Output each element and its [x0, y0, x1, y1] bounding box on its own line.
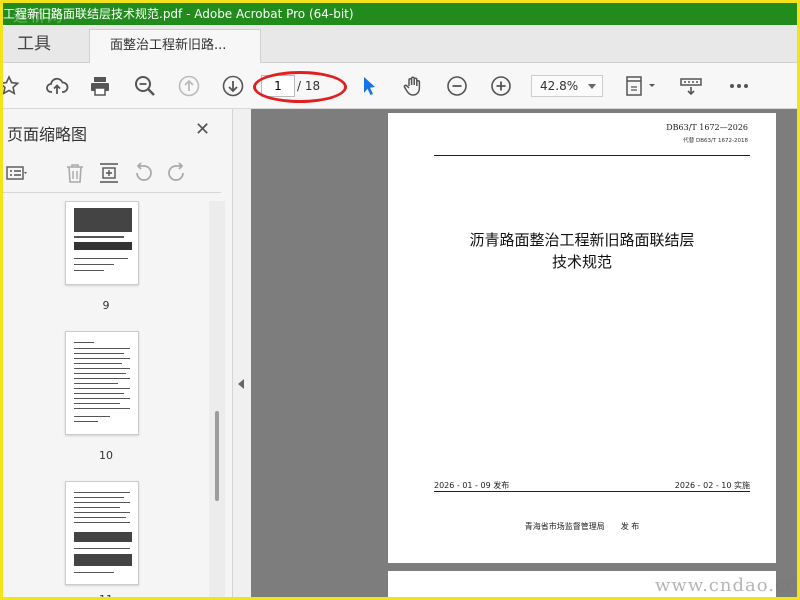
replaces-standard: 代替 DB63/T 1672-2018	[683, 138, 748, 144]
page-total: / 18	[297, 79, 321, 93]
cloud-upload-icon[interactable]	[45, 74, 69, 98]
select-cursor-icon[interactable]	[357, 74, 381, 98]
previous-page-icon[interactable]	[177, 74, 201, 98]
scrollbar-thumb[interactable]	[215, 411, 219, 501]
more-options-icon[interactable]	[727, 74, 751, 98]
rotate-left-icon[interactable]	[131, 161, 155, 185]
page-thumbnail-9[interactable]	[65, 201, 139, 285]
effective-date: 2026 - 02 - 10 实施	[674, 481, 750, 490]
chevron-down-icon	[588, 84, 596, 89]
page-fit-icon[interactable]	[623, 74, 659, 98]
title-line-2: 技术规范	[551, 253, 612, 271]
thumbnail-label: 11	[99, 593, 113, 600]
page-thumbnail-11[interactable]	[65, 481, 139, 585]
close-icon[interactable]: ✕	[195, 119, 210, 140]
document-viewer[interactable]: DB63/T 1672—2026 代替 DB63/T 1672-2018 沥青路…	[251, 109, 797, 597]
tab-tools[interactable]: 工具	[3, 25, 89, 63]
document-title: 沥青路面整治工程新旧路面联结层 技术规范	[388, 229, 776, 273]
zoom-level-select[interactable]: 42.8%	[531, 75, 603, 97]
watermark-top: 道桥网	[13, 7, 65, 25]
thumbnail-label: 10	[99, 449, 113, 462]
page-number-input[interactable]	[261, 75, 295, 97]
thumbnail-list: 9 10 11	[3, 201, 209, 600]
thumbnail-label: 9	[102, 299, 110, 312]
app-window: 工程新旧路面联结层技术规范.pdf - Adobe Acrobat Pro (6…	[0, 0, 800, 600]
star-icon[interactable]	[3, 74, 21, 98]
title-line-1: 沥青路面整治工程新旧路面联结层	[469, 231, 695, 249]
panel-collapse-handle[interactable]	[233, 109, 251, 597]
hand-tool-icon[interactable]	[401, 74, 425, 98]
zoom-out-magnifier-icon[interactable]	[133, 74, 157, 98]
read-mode-icon[interactable]	[679, 74, 703, 98]
issuing-authority: 青海省市场监督管理局 发 布	[524, 522, 640, 531]
watermark-bottom: www.cndao.co	[655, 575, 798, 596]
tab-document[interactable]: 面整治工程新旧路...	[89, 29, 261, 63]
issue-date: 2026 - 01 - 09 发布	[434, 481, 510, 490]
standard-code: DB63/T 1672—2026	[666, 123, 748, 132]
print-icon[interactable]	[88, 74, 112, 98]
page-navigator: / 18	[261, 75, 343, 99]
footer-rule	[434, 491, 750, 492]
zoom-level-value: 42.8%	[540, 79, 579, 93]
main-toolbar: / 18 42.8%	[3, 63, 797, 109]
tab-bar: 工具 面整治工程新旧路...	[3, 25, 797, 63]
panel-title: 页面缩略图	[7, 125, 88, 144]
chevron-left-icon	[238, 379, 244, 389]
insert-page-icon[interactable]	[97, 161, 121, 185]
document-page-1: DB63/T 1672—2026 代替 DB63/T 1672-2018 沥青路…	[388, 113, 776, 563]
zoom-in-icon[interactable]	[489, 74, 513, 98]
thumbnail-panel: 页面缩略图 ✕ 9 10 11	[3, 109, 233, 600]
title-bar: 工程新旧路面联结层技术规范.pdf - Adobe Acrobat Pro (6…	[3, 3, 797, 25]
header-rule	[434, 155, 750, 156]
trash-icon[interactable]	[63, 161, 87, 185]
rotate-right-icon[interactable]	[165, 161, 189, 185]
page-thumbnail-10[interactable]	[65, 331, 139, 435]
thumbnail-toolbar	[3, 153, 221, 193]
zoom-out-icon[interactable]	[445, 74, 469, 98]
next-page-icon[interactable]	[221, 74, 245, 98]
thumbnail-options-icon[interactable]	[5, 161, 29, 185]
thumbnail-scrollbar[interactable]	[209, 201, 225, 597]
